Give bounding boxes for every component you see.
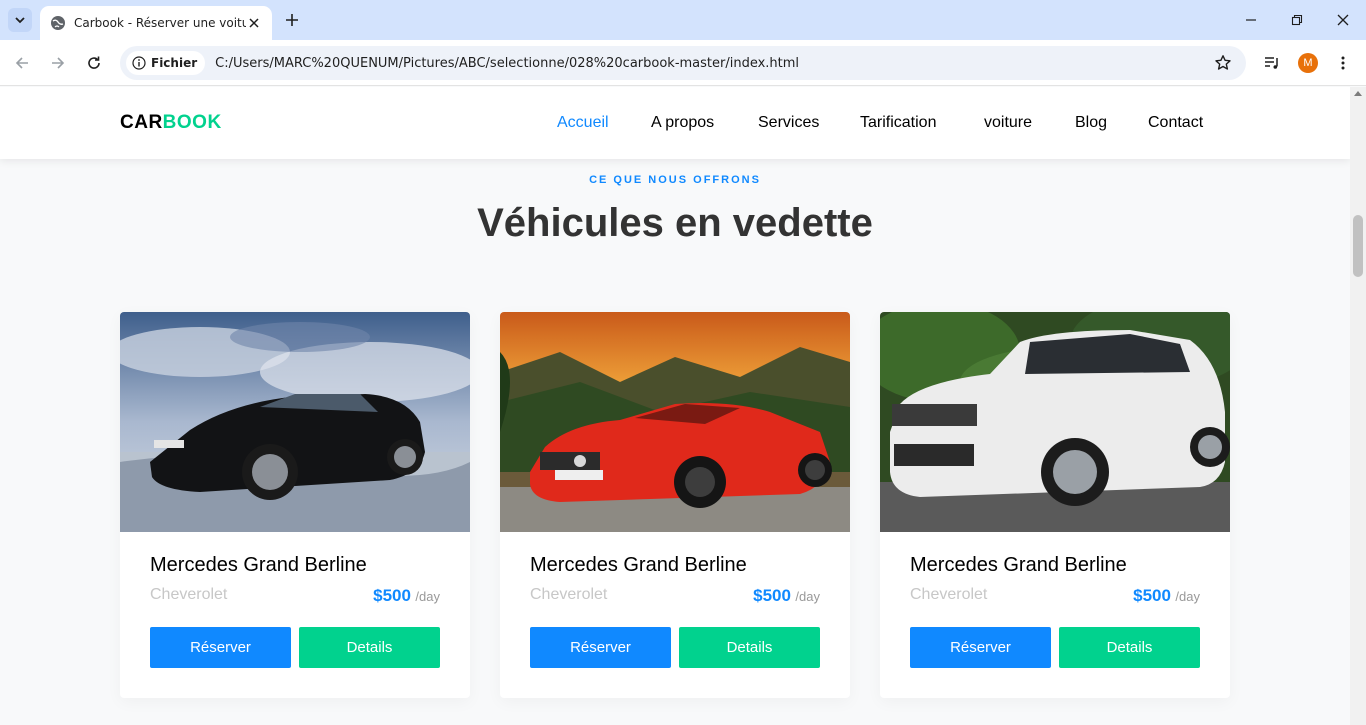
tab-title: Carbook - Réserver une voiture [74,16,246,30]
car-price: $500 /day [373,586,440,606]
forward-button[interactable] [45,50,71,76]
car-image-range-rover [880,312,1230,532]
restore-icon [1291,14,1303,26]
nav-item-services[interactable]: Services [758,114,819,132]
car-brand: Cheverolet [530,586,608,603]
site-logo[interactable]: CARBOOK [120,112,222,134]
globe-icon [51,16,65,30]
site-chip-label: Fichier [151,56,198,70]
back-button[interactable] [9,50,35,76]
logo-book: BOOK [162,112,222,133]
section-heading: Véhicules en vedette [477,201,873,245]
kebab-menu-icon [1341,56,1345,70]
price-amount: $500 [373,586,411,605]
nav-item-tarification[interactable]: Tarification [860,114,936,132]
url-text: C:/Users/MARC%20QUENUM/Pictures/ABC/sele… [215,55,800,71]
details-button[interactable]: Details [299,627,440,668]
car-image-mustang [120,312,470,532]
car-card: Mercedes Grand Berline Cheverolet $500 /… [120,312,470,698]
price-unit: /day [415,589,440,604]
reserve-button[interactable]: Réserver [530,627,671,668]
car-card: Mercedes Grand Berline Cheverolet $500 /… [500,312,850,698]
browser-tab-strip: Carbook - Réserver une voiture [0,0,1366,40]
profile-avatar[interactable]: M [1298,53,1318,73]
car-price: $500 /day [1133,586,1200,606]
car-brand: Cheverolet [910,586,988,603]
nav-item-a-propos[interactable]: A propos [651,114,714,132]
restore-button[interactable] [1274,0,1320,40]
car-brand: Cheverolet [150,586,228,603]
arrow-left-icon [15,57,28,69]
reserve-button[interactable]: Réserver [150,627,291,668]
plus-icon [286,14,298,26]
page-scrollbar[interactable] [1350,87,1366,725]
car-name[interactable]: Mercedes Grand Berline [150,554,367,577]
nav-item-voiture[interactable]: voiture [984,114,1032,132]
minimize-icon [1246,19,1256,21]
car-name[interactable]: Mercedes Grand Berline [530,554,747,577]
playlist-music-icon [1265,57,1278,69]
close-tab-icon[interactable] [246,15,262,31]
details-button[interactable]: Details [679,627,820,668]
price-unit: /day [1175,589,1200,604]
logo-car: CAR [120,112,163,133]
site-navbar: CARBOOK Accueil A propos Services Tarifi… [0,87,1350,159]
minimize-button[interactable] [1228,0,1274,40]
close-icon [1337,14,1349,26]
media-control-button[interactable] [1259,50,1285,76]
close-window-button[interactable] [1320,0,1366,40]
scrollbar-thumb[interactable] [1353,215,1363,277]
details-button[interactable]: Details [1059,627,1200,668]
browser-toolbar: Fichier C:/Users/MARC%20QUENUM/Pictures/… [0,40,1366,86]
scroll-up-arrow-icon[interactable] [1354,91,1362,96]
reload-button[interactable] [81,50,107,76]
chevron-down-icon [15,17,25,24]
bookmark-star-icon[interactable] [1214,54,1232,72]
car-price: $500 /day [753,586,820,606]
reserve-button[interactable]: Réserver [910,627,1051,668]
reload-icon [88,56,100,69]
price-unit: /day [795,589,820,604]
browser-menu-button[interactable] [1330,50,1356,76]
car-card: Mercedes Grand Berline Cheverolet $500 /… [880,312,1230,698]
section-subheading: CE QUE NOUS OFFRONS [589,174,761,186]
nav-item-contact[interactable]: Contact [1148,114,1203,132]
site-info-chip[interactable]: Fichier [126,51,206,75]
nav-item-accueil[interactable]: Accueil [557,114,609,132]
car-image-mercedes-red [500,312,850,532]
new-tab-button[interactable] [282,10,302,30]
nav-item-blog[interactable]: Blog [1075,114,1107,132]
tab-search-button[interactable] [8,8,32,32]
arrow-right-icon [52,57,65,69]
price-amount: $500 [753,586,791,605]
price-amount: $500 [1133,586,1171,605]
car-name[interactable]: Mercedes Grand Berline [910,554,1127,577]
info-icon [132,56,146,70]
address-bar[interactable]: Fichier C:/Users/MARC%20QUENUM/Pictures/… [120,46,1246,80]
browser-tab[interactable]: Carbook - Réserver une voiture [40,6,272,40]
web-page: CARBOOK Accueil A propos Services Tarifi… [0,87,1350,725]
